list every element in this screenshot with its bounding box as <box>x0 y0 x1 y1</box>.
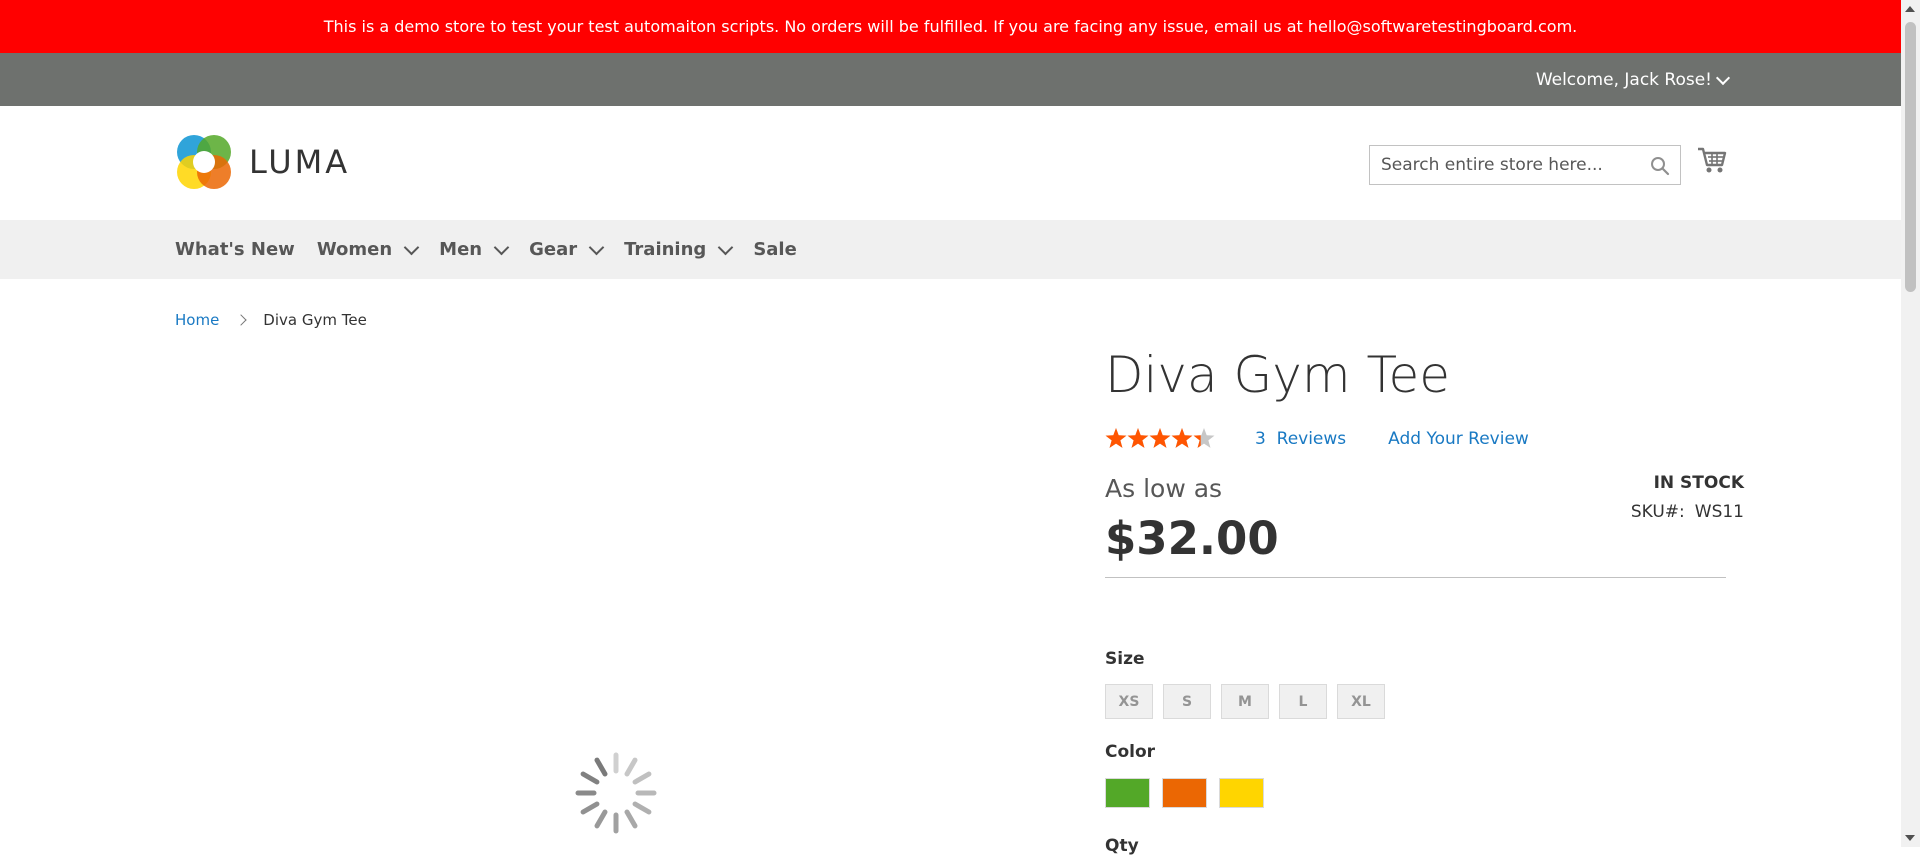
product-reviews-summary: 3 Reviews Add Your Review <box>1105 428 1529 450</box>
nav-item-label: Sale <box>753 239 797 260</box>
spinner-segment <box>632 801 652 815</box>
spinner-segment <box>594 809 608 829</box>
size-option-l[interactable]: L <box>1279 684 1327 719</box>
breadcrumb-current: Diva Gym Tee <box>263 311 367 329</box>
color-option-orange[interactable] <box>1162 778 1207 808</box>
logo-text: LUMA <box>249 143 351 181</box>
search-box <box>1369 145 1681 185</box>
chevron-right-icon <box>235 314 247 326</box>
product-price: $32.00 <box>1105 512 1279 565</box>
scrollbar[interactable] <box>1901 0 1920 847</box>
chevron-down-icon <box>718 239 734 256</box>
nav-item-training[interactable]: Training <box>624 239 734 260</box>
star-filled-icon <box>1149 428 1171 448</box>
reviews-label: Reviews <box>1276 429 1347 449</box>
scroll-down-arrow-icon[interactable] <box>1905 835 1915 841</box>
spinner-segment <box>580 771 600 785</box>
size-option-xs[interactable]: XS <box>1105 684 1153 719</box>
sku-value: WS11 <box>1694 502 1744 522</box>
chevron-down-icon <box>493 239 510 256</box>
nav-item-label: Men <box>439 239 483 260</box>
product-sku: SKU#: WS11 <box>1631 502 1744 522</box>
reviews-link[interactable]: 3 Reviews <box>1255 429 1346 449</box>
star-filled-icon <box>1105 428 1127 448</box>
site-header: LUMA <box>0 106 1901 220</box>
color-option-yellow[interactable] <box>1219 778 1264 808</box>
breadcrumb-home-link[interactable]: Home <box>175 311 219 329</box>
demo-notice-text: This is a demo store to test your test a… <box>323 17 1578 36</box>
scrollbar-thumb[interactable] <box>1905 22 1916 292</box>
chevron-down-icon <box>403 239 420 256</box>
nav-item-label: Women <box>316 239 393 260</box>
sku-label: SKU#: <box>1630 502 1685 522</box>
search-input[interactable] <box>1370 146 1652 184</box>
nav-item-whats-new[interactable]: What's New <box>175 239 295 260</box>
nav-item-men[interactable]: Men <box>439 239 510 260</box>
customer-welcome-menu[interactable]: Welcome, Jack Rose! <box>1535 53 1731 106</box>
color-swatches <box>1105 778 1264 808</box>
size-option-xl[interactable]: XL <box>1337 684 1385 719</box>
divider <box>1105 577 1726 578</box>
color-option-green[interactable] <box>1105 778 1150 808</box>
nav-item-label: Gear <box>529 239 578 260</box>
stock-status: IN STOCK <box>1653 473 1744 493</box>
spinner-segment <box>624 809 638 829</box>
luma-logo-icon <box>177 135 231 189</box>
spinner-segment <box>624 757 638 777</box>
loading-spinner-icon <box>575 752 657 834</box>
chevron-down-icon <box>588 239 605 256</box>
add-review-link[interactable]: Add Your Review <box>1388 429 1529 449</box>
panel-header: Welcome, Jack Rose! <box>0 53 1901 106</box>
size-option-m[interactable]: M <box>1221 684 1269 719</box>
star-filled-icon <box>1127 428 1149 448</box>
scroll-up-arrow-icon[interactable] <box>1905 6 1915 12</box>
qty-label: Qty <box>1105 836 1139 856</box>
price-prefix: As low as <box>1105 474 1223 503</box>
page-title: Diva Gym Tee <box>1105 346 1451 404</box>
cart-icon[interactable] <box>1697 146 1727 174</box>
spinner-segment <box>594 757 608 777</box>
nav-item-women[interactable]: Women <box>316 239 420 260</box>
chevron-down-icon <box>1715 70 1731 85</box>
spinner-segment <box>632 771 652 785</box>
nav-item-gear[interactable]: Gear <box>529 239 605 260</box>
reviews-count: 3 <box>1255 429 1266 449</box>
nav-item-label: What's New <box>175 239 295 260</box>
rating-stars <box>1105 428 1217 450</box>
welcome-text: Welcome, Jack Rose! <box>1535 69 1712 90</box>
size-label: Size <box>1105 649 1145 669</box>
logo[interactable]: LUMA <box>175 133 350 191</box>
demo-notice-bar: This is a demo store to test your test a… <box>0 0 1901 53</box>
search-icon[interactable] <box>1650 156 1670 176</box>
color-label: Color <box>1105 742 1156 762</box>
nav-item-sale[interactable]: Sale <box>753 239 797 260</box>
main-navigation: What's New Women Men Gear Training Sale <box>0 220 1901 279</box>
nav-item-label: Training <box>624 239 707 260</box>
size-swatches: XS S M L XL <box>1105 684 1385 719</box>
rating-stars-icon <box>1105 428 1215 448</box>
size-option-s[interactable]: S <box>1163 684 1211 719</box>
star-filled-icon <box>1171 428 1193 448</box>
breadcrumb: Home Diva Gym Tee <box>175 311 367 329</box>
spinner-segment <box>580 801 600 815</box>
